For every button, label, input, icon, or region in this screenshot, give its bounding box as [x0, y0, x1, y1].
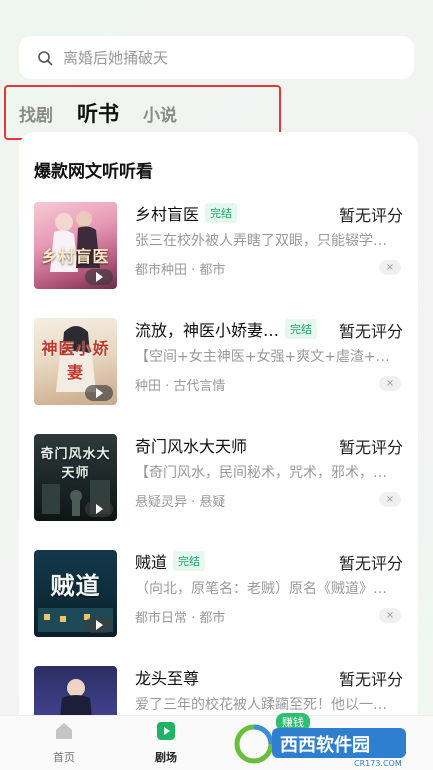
book-info: 乡村盲医 完结 暂无评分 张三在校外被人弄瞎了双眼，只能辍学… 都市种田 · 都…	[135, 202, 405, 278]
book-category: 都市日常 · 都市	[135, 611, 226, 626]
book-description: 【奇门风水，民间秘术，咒术，邪术，…	[135, 465, 387, 481]
dismiss-icon[interactable]: ×	[379, 376, 401, 391]
book-item[interactable]: 乡村盲医 乡村盲医 完结 暂无评分 张三在校外被人弄瞎了双眼，只能辍学… 都市种…	[19, 202, 418, 318]
nav-home[interactable]: 首页	[34, 720, 94, 765]
book-info: 奇门风水大天师 暂无评分 【奇门风水，民间秘术，咒术，邪术，… 悬疑灵异 · 悬…	[135, 434, 405, 510]
svg-text:西西软件园: 西西软件园	[280, 734, 370, 756]
book-title: 流放，神医小娇妻…	[135, 321, 280, 340]
book-title: 乡村盲医	[135, 205, 200, 224]
rating-text: 暂无评分	[338, 438, 403, 457]
play-icon[interactable]	[85, 269, 113, 285]
rating-text: 暂无评分	[338, 206, 403, 225]
rating-text: 暂无评分	[338, 554, 403, 573]
book-item[interactable]: 贼道 贼道 完结 暂无评分 （向北，原笔名：老贼）原名《贼道》… 都市日常 · …	[19, 550, 418, 666]
book-list: 乡村盲医 乡村盲医 完结 暂无评分 张三在校外被人弄瞎了双眼，只能辍学… 都市种…	[19, 202, 418, 732]
content-card: 爆款网文听听看 乡村盲医 乡村盲医 完结 暂无评分 张三在校外被人弄瞎了双眼，只…	[19, 132, 418, 732]
nav-theater[interactable]: 剧场	[136, 720, 196, 765]
nav-home-label: 首页	[53, 751, 75, 764]
status-badge: 完结	[285, 319, 318, 339]
book-info: 流放，神医小娇妻… 完结 暂无评分 【空间+女主神医+女强+爽文+虐渣+发… 种…	[135, 318, 405, 394]
svg-text:CR173.COM: CR173.COM	[354, 759, 402, 768]
book-cover[interactable]: 乡村盲医	[34, 202, 117, 289]
cover-title: 乡村盲医	[41, 247, 110, 266]
watermark-logo: 西西软件园 CR173.COM	[232, 716, 412, 770]
section-title: 爆款网文听听看	[34, 162, 153, 182]
home-icon	[56, 723, 72, 739]
play-icon[interactable]	[85, 617, 113, 633]
book-title: 贼道	[135, 553, 168, 572]
tab-audiobook[interactable]: 听书	[77, 98, 119, 128]
rating-text: 暂无评分	[338, 322, 403, 341]
play-icon[interactable]	[85, 501, 113, 517]
play-icon[interactable]	[85, 385, 113, 401]
book-title: 奇门风水大天师	[135, 437, 248, 456]
dismiss-icon[interactable]: ×	[379, 492, 401, 507]
book-cover[interactable]: 奇门风水大天师	[34, 434, 117, 521]
book-info: 贼道 完结 暂无评分 （向北，原笔名：老贼）原名《贼道》… 都市日常 · 都市 …	[135, 550, 405, 626]
dismiss-icon[interactable]: ×	[379, 608, 401, 623]
status-badge: 完结	[173, 551, 206, 571]
tab-novel[interactable]: 小说	[143, 101, 177, 126]
book-category: 悬疑灵异 · 悬疑	[135, 495, 226, 510]
book-description: （向北，原笔名：老贼）原名《贼道》…	[135, 581, 387, 597]
cover-title: 贼道	[50, 572, 101, 600]
screen: 离婚后她捅破天 找剧 听书 小说 爆款网文听听看 乡村盲医 乡村盲医 完结 暂无…	[0, 0, 433, 770]
book-title: 龙头至尊	[135, 669, 200, 688]
book-item[interactable]: 奇门风水大天师 奇门风水大天师 暂无评分 【奇门风水，民间秘术，咒术，邪术，… …	[19, 434, 418, 550]
book-description: 张三在校外被人弄瞎了双眼，只能辍学…	[135, 233, 387, 249]
book-info: 龙头至尊 暂无评分 爱了三年的校花被人蹂躏至死！他以一…	[135, 666, 405, 714]
book-category: 都市种田 · 都市	[135, 263, 226, 278]
play-square-icon	[157, 722, 175, 740]
book-description: 爱了三年的校花被人蹂躏至死！他以一…	[135, 697, 387, 713]
top-tabs: 找剧 听书 小说	[19, 88, 284, 138]
book-description: 【空间+女主神医+女强+爽文+虐渣+发…	[135, 349, 399, 365]
book-cover[interactable]: 贼道	[34, 550, 117, 637]
book-cover[interactable]: 神医小娇妻	[34, 318, 117, 405]
search-bar[interactable]: 离婚后她捅破天	[19, 36, 414, 79]
cover-title: 神医小娇妻	[41, 339, 110, 382]
nav-theater-label: 剧场	[155, 751, 177, 764]
rating-text: 暂无评分	[338, 670, 403, 689]
search-icon	[38, 50, 53, 65]
tab-find-drama[interactable]: 找剧	[19, 101, 53, 126]
search-placeholder: 离婚后她捅破天	[63, 49, 169, 67]
status-badge: 完结	[205, 203, 238, 223]
book-category: 种田 · 古代言情	[135, 379, 226, 394]
book-item[interactable]: 神医小娇妻 流放，神医小娇妻… 完结 暂无评分 【空间+女主神医+女强+爽文+虐…	[19, 318, 418, 434]
dismiss-icon[interactable]: ×	[379, 260, 401, 275]
cover-title: 奇门风水大天师	[40, 447, 111, 481]
